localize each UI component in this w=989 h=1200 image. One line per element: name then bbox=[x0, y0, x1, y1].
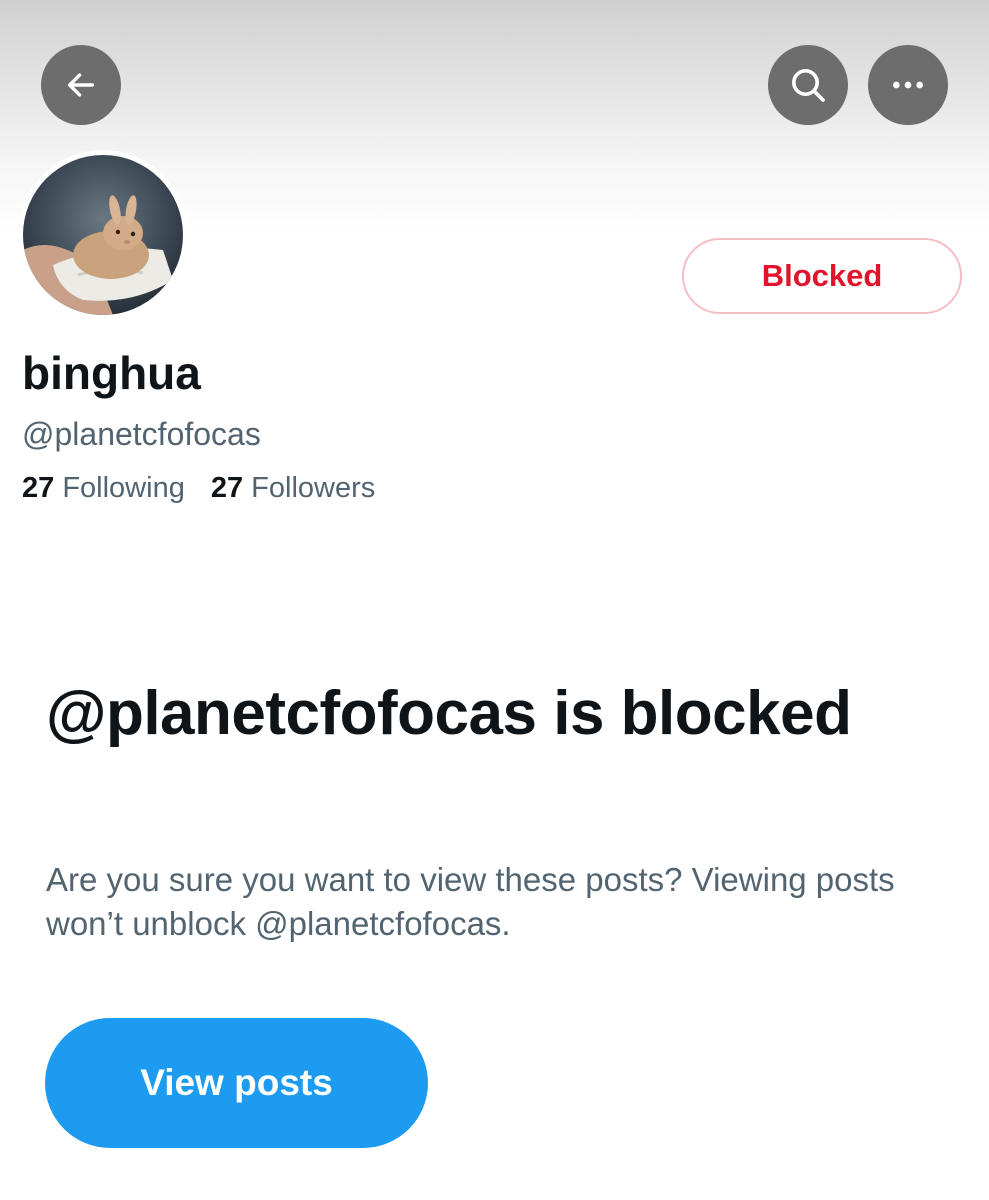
blocked-description: Are you sure you want to view these post… bbox=[46, 861, 895, 942]
display-name: binghua bbox=[22, 347, 201, 399]
following-count: 27 bbox=[22, 472, 55, 504]
followers-link[interactable]: 27 Followers bbox=[211, 472, 375, 505]
follow-stats: 27 Following 27 Followers bbox=[22, 472, 375, 505]
following-label: Following bbox=[62, 472, 185, 504]
back-button[interactable] bbox=[41, 45, 121, 125]
more-options-button[interactable] bbox=[868, 45, 948, 125]
search-icon bbox=[792, 69, 825, 102]
following-link[interactable]: 27 Following bbox=[22, 472, 185, 505]
blocked-title: @planetcfofocas is blocked bbox=[46, 679, 852, 748]
more-horizontal-icon bbox=[893, 81, 923, 89]
user-handle: @planetcfofocas bbox=[22, 416, 261, 452]
avatar-image bbox=[23, 155, 183, 315]
avatar[interactable] bbox=[18, 150, 188, 320]
search-button[interactable] bbox=[768, 45, 848, 125]
arrow-left-icon bbox=[67, 73, 95, 97]
view-posts-button[interactable]: View posts bbox=[45, 1018, 428, 1148]
blocked-button[interactable]: Blocked bbox=[682, 238, 962, 314]
followers-label: Followers bbox=[251, 472, 376, 504]
followers-count: 27 bbox=[210, 472, 244, 504]
